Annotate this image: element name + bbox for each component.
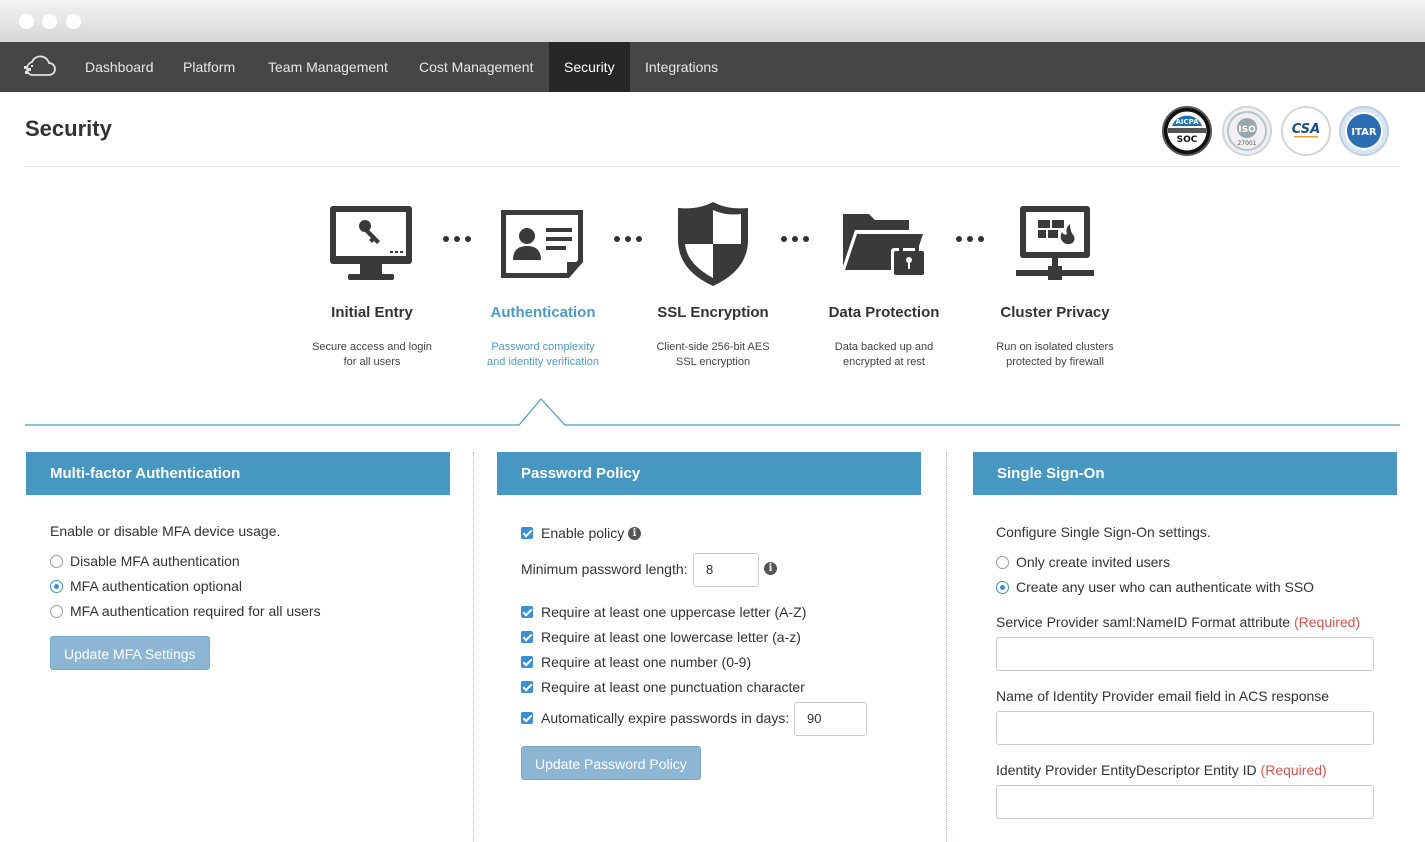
svg-text:SOC: SOC — [1177, 135, 1198, 145]
update-password-policy-button[interactable]: Update Password Policy — [521, 746, 701, 780]
window-minimize-button[interactable] — [42, 14, 57, 29]
mfa-required-radio[interactable] — [50, 605, 63, 618]
lowercase-rule-checkbox[interactable] — [521, 631, 533, 643]
monitor-key-icon — [330, 206, 412, 280]
entity-id-label: Identity Provider EntityDescriptor Entit… — [996, 762, 1327, 778]
password-panel-header: Password Policy — [497, 452, 921, 495]
sso-intro: Configure Single Sign-On settings. — [996, 524, 1211, 540]
aicpa-soc-badge: AICPA SOC — [1162, 106, 1212, 156]
lowercase-rule-label[interactable]: Require at least one lowercase letter (a… — [541, 629, 801, 645]
step-connector-icon — [614, 236, 642, 242]
nav-dashboard[interactable]: Dashboard — [70, 42, 169, 92]
step-title-cluster-privacy[interactable]: Cluster Privacy — [970, 304, 1140, 321]
idp-email-field-input[interactable] — [996, 711, 1374, 745]
step-desc-initial-entry: Secure access and login for all users — [312, 341, 432, 368]
sso-invited-only-radio[interactable] — [996, 556, 1009, 569]
expire-passwords-label[interactable]: Automatically expire passwords in days: — [541, 710, 789, 726]
nav-platform[interactable]: Platform — [168, 42, 250, 92]
nameid-format-label: Service Provider saml:NameID Format attr… — [996, 614, 1361, 630]
page-title: Security — [25, 116, 112, 141]
sso-invited-only-label[interactable]: Only create invited users — [1016, 554, 1170, 570]
nameid-format-input[interactable] — [996, 637, 1374, 671]
nav-team-management[interactable]: Team Management — [253, 42, 403, 92]
window-close-button[interactable] — [19, 14, 34, 29]
aicpa-soc-icon: AICPA SOC — [1164, 108, 1210, 154]
step-title-ssl-encryption[interactable]: SSL Encryption — [628, 304, 798, 321]
svg-text:AICPA: AICPA — [1175, 118, 1199, 126]
min-length-input[interactable]: 8 — [693, 553, 759, 587]
column-separator — [473, 452, 474, 842]
update-mfa-settings-button[interactable]: Update MFA Settings — [50, 636, 210, 670]
nav-security[interactable]: Security — [549, 42, 630, 92]
iso-27001-icon: ISO 27001 — [1227, 111, 1267, 151]
step-title-authentication[interactable]: Authentication — [458, 304, 628, 321]
step-connector-icon — [781, 236, 809, 242]
punctuation-rule-checkbox[interactable] — [521, 681, 533, 693]
mfa-optional-radio[interactable] — [50, 580, 63, 593]
step-connector-icon — [956, 236, 984, 242]
entity-id-input[interactable] — [996, 785, 1374, 819]
step-desc-ssl-encryption: Client-side 256-bit AES SSL encryption — [656, 341, 770, 368]
iso-27001-badge: ISO 27001 — [1222, 106, 1272, 156]
required-tag: (Required) — [1293, 614, 1361, 630]
expire-days-input[interactable]: 90 — [794, 702, 867, 736]
mfa-required-label[interactable]: MFA authentication required for all user… — [70, 603, 321, 619]
nav-integrations[interactable]: Integrations — [630, 42, 733, 92]
required-tag: (Required) — [1260, 762, 1327, 778]
idp-email-field-label: Name of Identity Provider email field in… — [996, 688, 1330, 704]
step-title-initial-entry[interactable]: Initial Entry — [287, 304, 457, 321]
info-icon[interactable]: i — [764, 562, 777, 575]
mfa-disable-radio[interactable] — [50, 555, 63, 568]
sso-any-user-radio[interactable] — [996, 581, 1009, 594]
mfa-intro: Enable or disable MFA device usage. — [50, 523, 281, 539]
min-length-label: Minimum password length: — [521, 561, 688, 577]
window-maximize-button[interactable] — [66, 14, 81, 29]
step-desc-authentication: Password complexity and identity verifica… — [487, 341, 599, 368]
punctuation-rule-label[interactable]: Require at least one punctuation charact… — [541, 679, 805, 695]
svg-text:ITAR: ITAR — [1351, 127, 1377, 138]
nav-cost-management[interactable]: Cost Management — [404, 42, 548, 92]
mfa-panel-header: Multi-factor Authentication — [26, 452, 450, 495]
cloud-logo-icon[interactable] — [22, 54, 56, 80]
number-rule-checkbox[interactable] — [521, 656, 533, 668]
active-step-indicator — [25, 398, 1400, 426]
step-desc-cluster-privacy: Run on isolated clusters protected by fir… — [996, 341, 1114, 368]
top-nav: Dashboard Platform Team Management Cost … — [0, 42, 1425, 92]
mfa-disable-label[interactable]: Disable MFA authentication — [70, 553, 240, 569]
header-divider — [25, 166, 1400, 167]
step-title-data-protection[interactable]: Data Protection — [799, 304, 969, 321]
mfa-optional-label[interactable]: MFA authentication optional — [70, 578, 242, 594]
csa-icon: CSA — [1292, 122, 1321, 138]
svg-text:CSA: CSA — [1292, 122, 1321, 137]
folder-lock-icon — [843, 214, 927, 278]
svg-text:27001: 27001 — [1237, 140, 1256, 147]
svg-text:ISO: ISO — [1238, 125, 1256, 135]
network-firewall-icon — [1016, 206, 1094, 280]
enable-policy-checkbox[interactable] — [521, 527, 533, 539]
id-card-icon — [501, 210, 583, 278]
window-titlebar — [0, 0, 1425, 42]
sso-any-user-label[interactable]: Create any user who can authenticate wit… — [1016, 579, 1314, 595]
number-rule-label[interactable]: Require at least one number (0-9) — [541, 654, 751, 670]
enable-policy-label[interactable]: Enable policy — [541, 525, 624, 541]
uppercase-rule-checkbox[interactable] — [521, 606, 533, 618]
csa-badge: CSA — [1281, 106, 1331, 156]
step-desc-data-protection: Data backed up and encrypted at rest — [834, 341, 934, 368]
itar-icon: ITAR — [1345, 112, 1383, 150]
step-connector-icon — [443, 236, 471, 242]
sso-panel-header: Single Sign-On — [973, 452, 1397, 495]
itar-badge: ITAR — [1339, 106, 1389, 156]
uppercase-rule-label[interactable]: Require at least one uppercase letter (A… — [541, 604, 806, 620]
shield-icon — [678, 202, 748, 286]
info-icon[interactable]: i — [628, 527, 641, 540]
column-separator — [946, 452, 947, 842]
expire-passwords-checkbox[interactable] — [521, 712, 533, 724]
